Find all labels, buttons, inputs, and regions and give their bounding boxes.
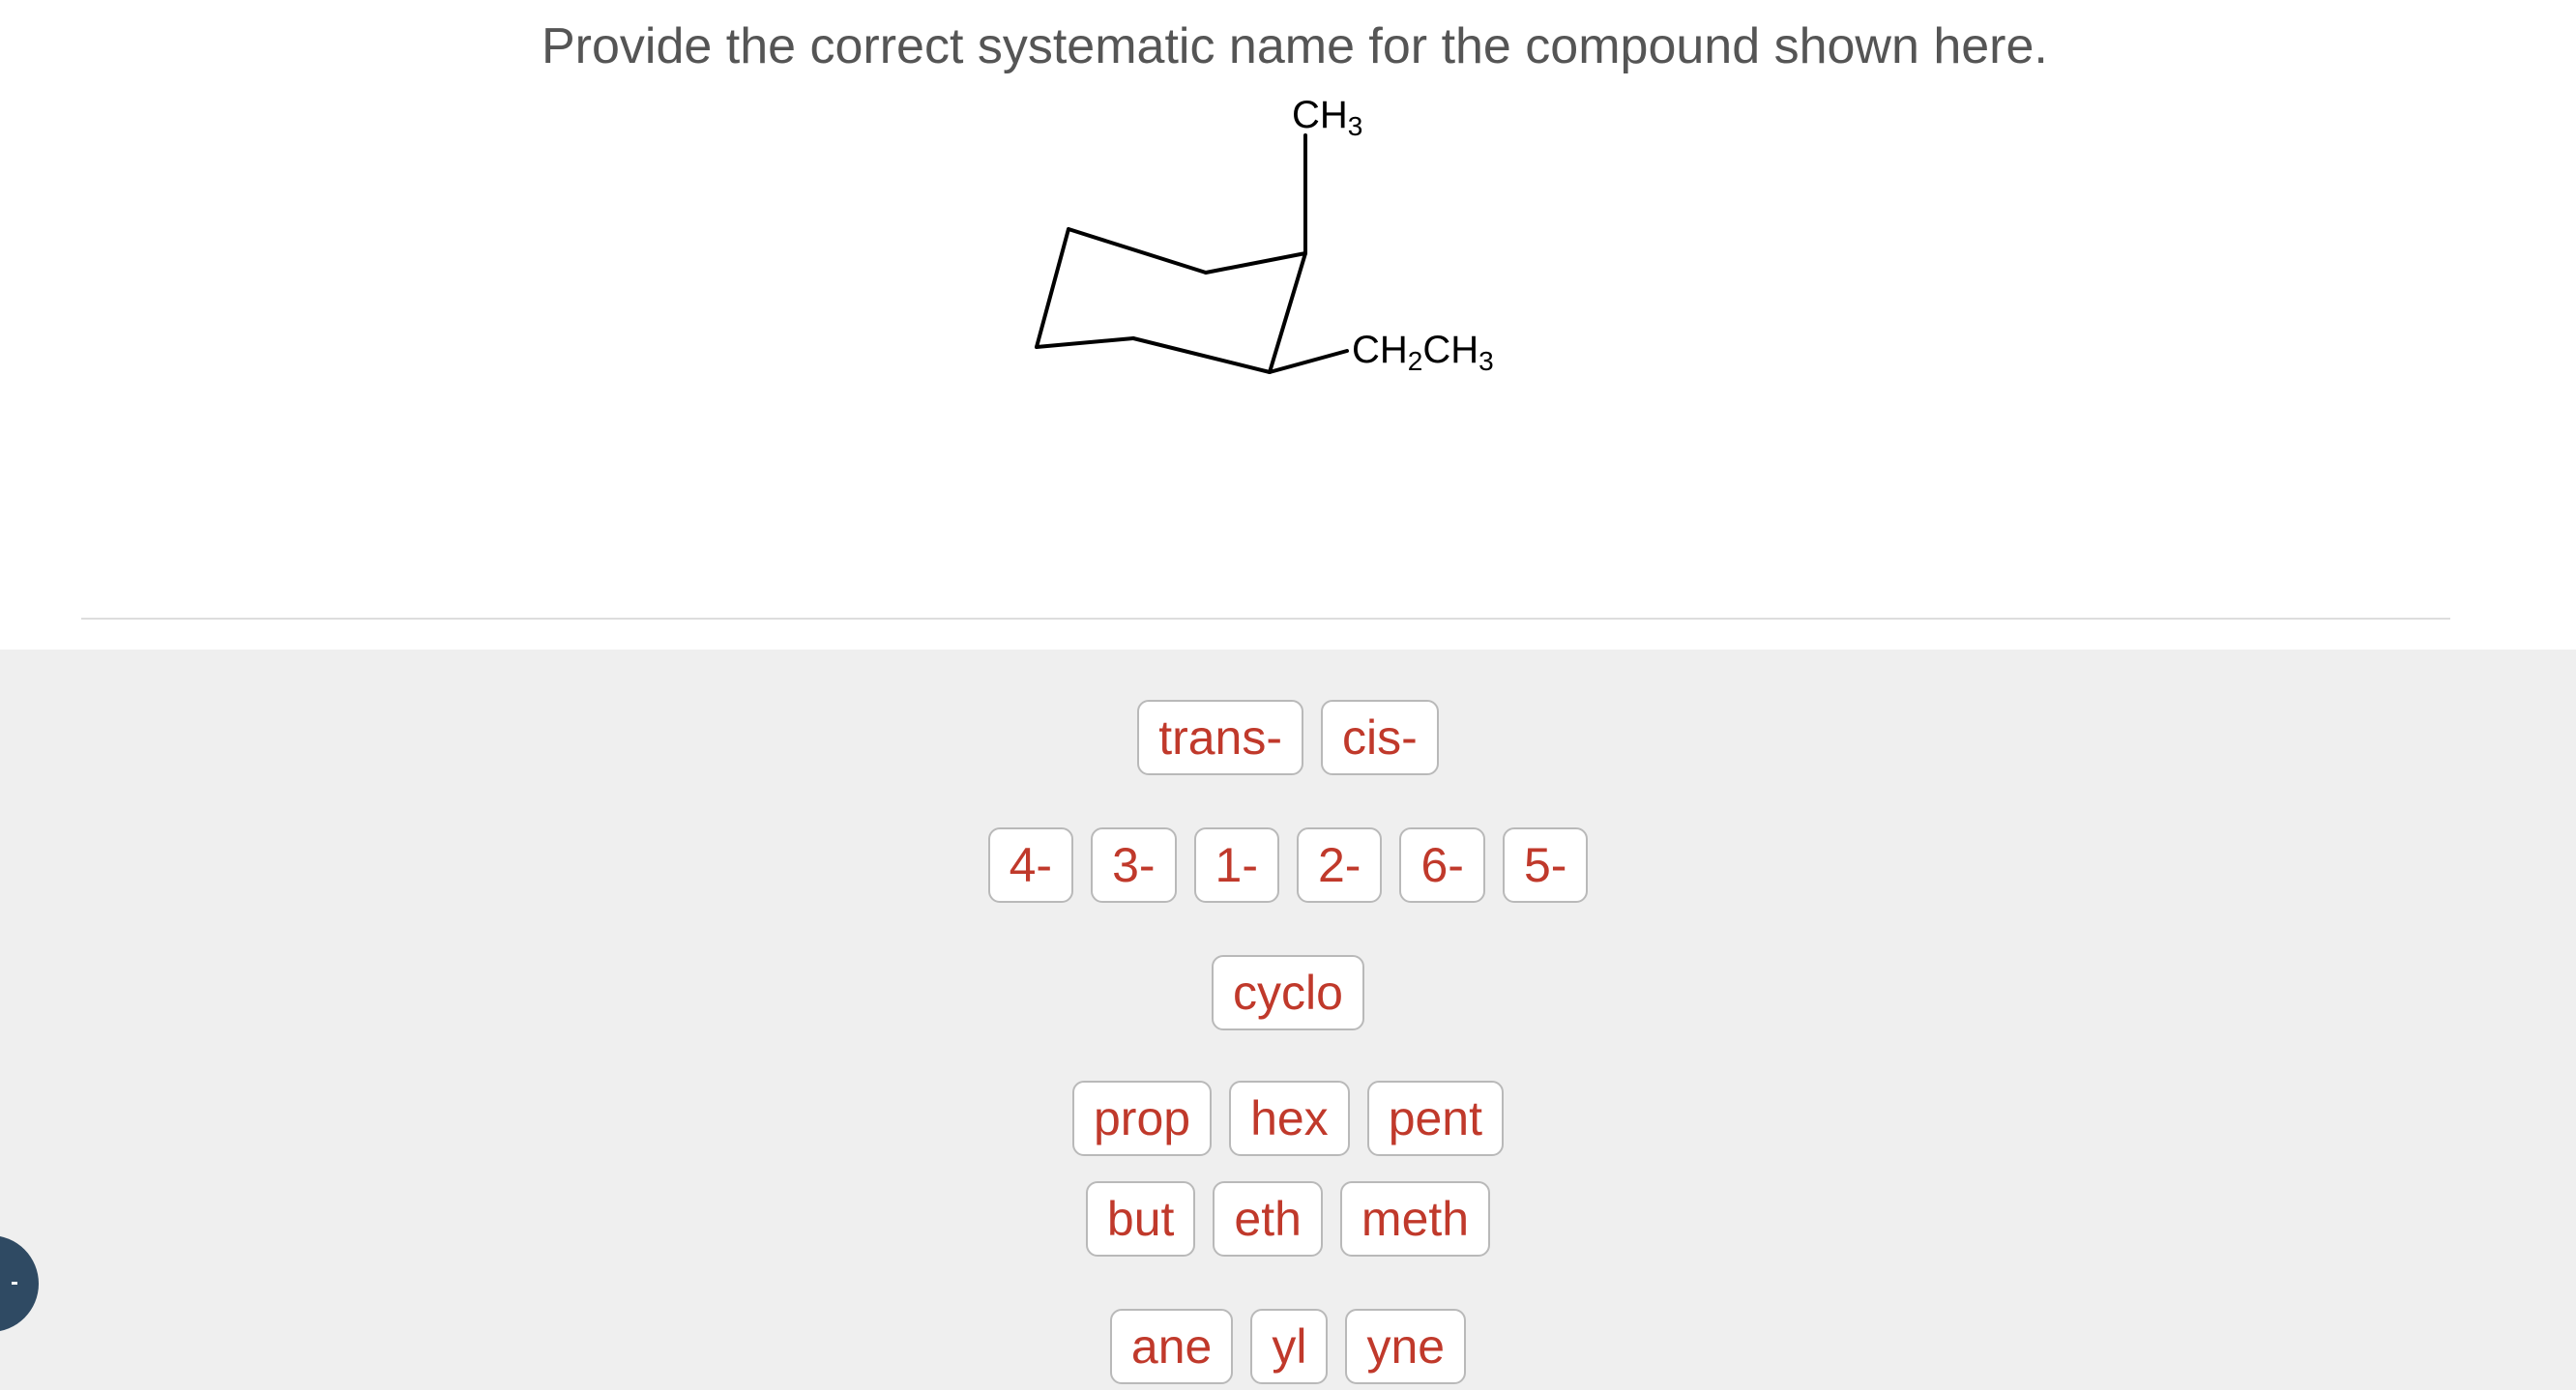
ring-prefix-row: cyclo [0, 955, 2576, 1030]
locant-row: 4- 3- 1- 2- 6- 5- [0, 827, 2576, 903]
tile-pent[interactable]: pent [1366, 1081, 1505, 1156]
root-row-2: but eth meth [0, 1181, 2576, 1257]
stereo-prefix-row: trans- cis- [0, 700, 2576, 775]
tile-eth[interactable]: eth [1213, 1181, 1323, 1257]
ring-bond [1035, 227, 1070, 349]
tile-locant-6[interactable]: 6- [1399, 827, 1485, 903]
ring-bond [1204, 251, 1307, 275]
tile-locant-4[interactable]: 4- [987, 827, 1074, 903]
tile-yl[interactable]: yl [1250, 1309, 1329, 1384]
root-row-1: prop hex pent [0, 1081, 2576, 1156]
ring-bond [1131, 336, 1272, 374]
tile-meth[interactable]: meth [1339, 1181, 1491, 1257]
tile-locant-1[interactable]: 1- [1193, 827, 1279, 903]
ring-bond [1035, 336, 1135, 349]
tile-trans[interactable]: trans- [1137, 700, 1304, 775]
tile-cyclo[interactable]: cyclo [1212, 955, 1364, 1030]
tile-prop[interactable]: prop [1071, 1081, 1213, 1156]
tile-hex[interactable]: hex [1229, 1081, 1350, 1156]
tile-cis[interactable]: cis- [1321, 700, 1439, 775]
tile-yne[interactable]: yne [1345, 1309, 1467, 1384]
ring-bond [1067, 227, 1208, 275]
section-divider [81, 618, 2450, 620]
tile-ane[interactable]: ane [1109, 1309, 1234, 1384]
chemical-structure: CH3 CH2CH3 [1035, 94, 1494, 376]
tile-locant-2[interactable]: 2- [1297, 827, 1383, 903]
methyl-label: CH3 [1292, 94, 1362, 141]
suffix-row: ane yl yne [0, 1309, 2576, 1384]
tile-locant-3[interactable]: 3- [1091, 827, 1177, 903]
tile-locant-5[interactable]: 5- [1502, 827, 1589, 903]
ethyl-label: CH2CH3 [1352, 329, 1494, 376]
ethyl-bond [1268, 349, 1349, 374]
ring-bond [1268, 251, 1307, 374]
tile-but[interactable]: but [1085, 1181, 1196, 1257]
